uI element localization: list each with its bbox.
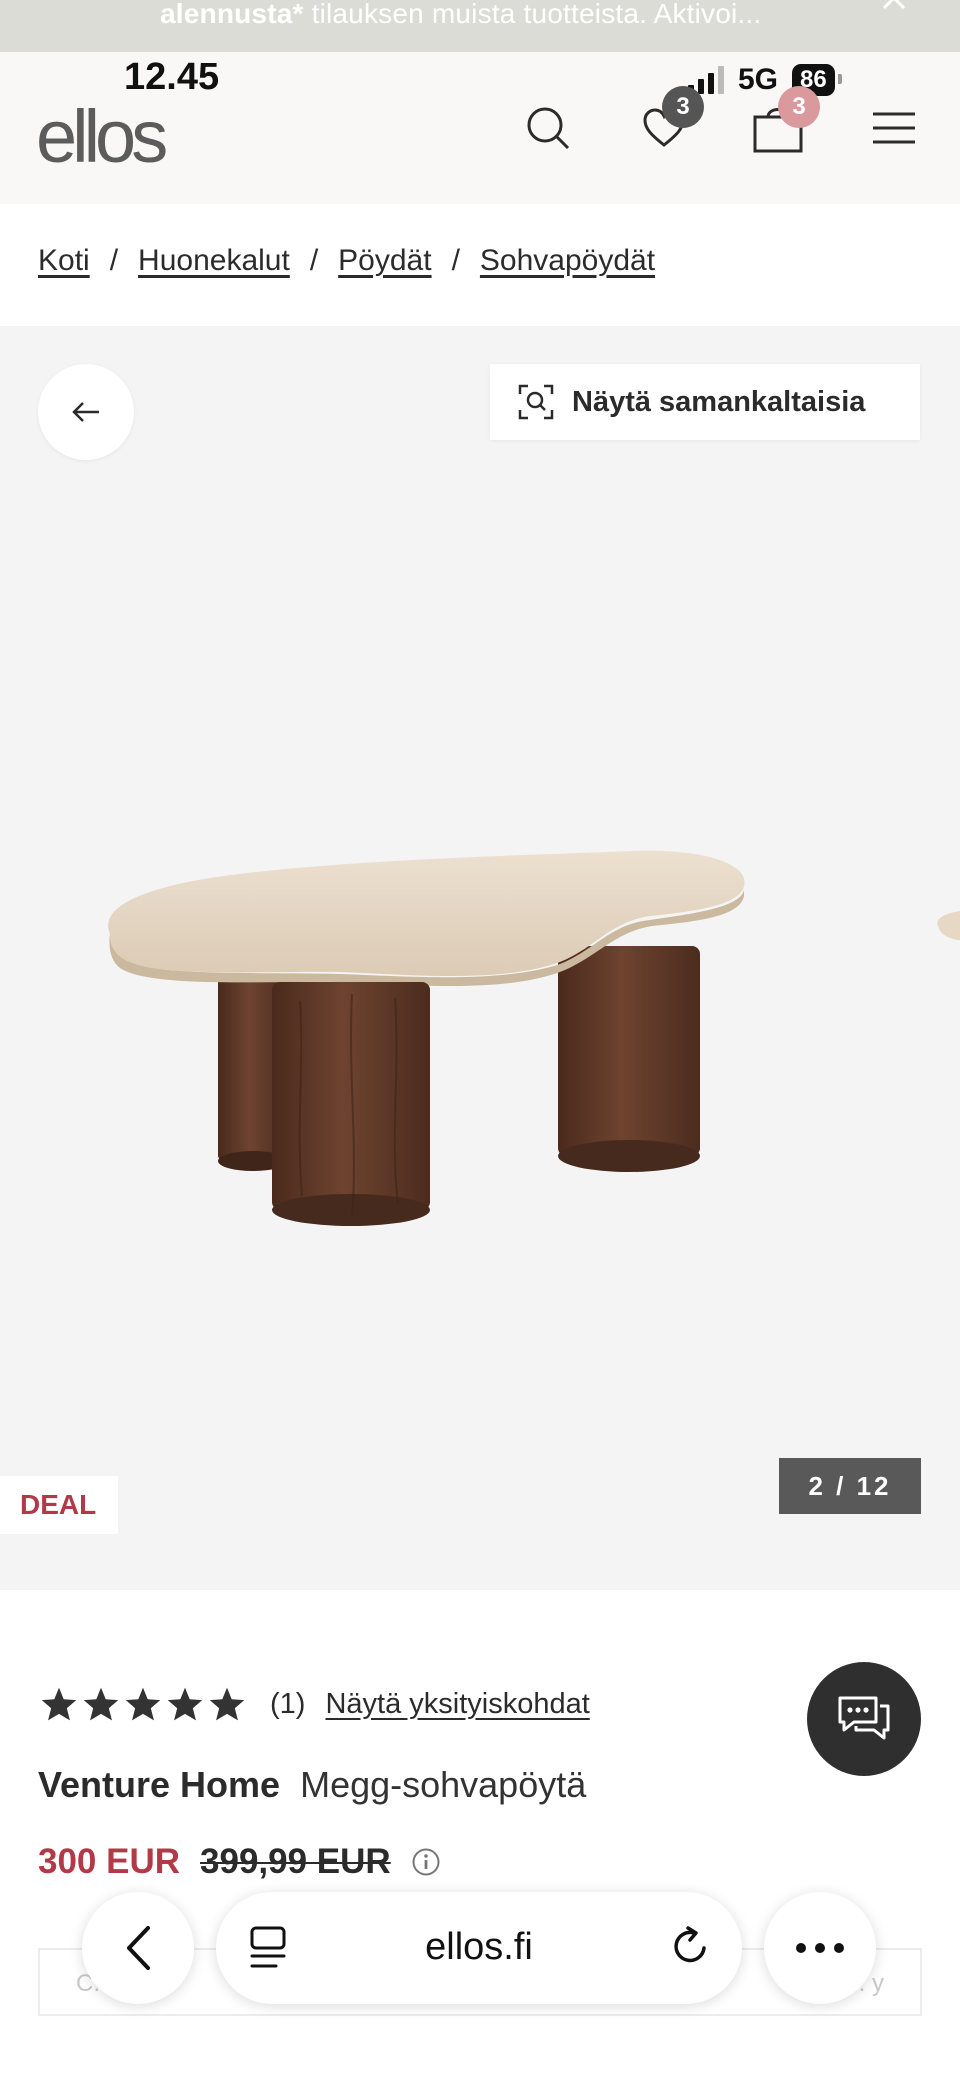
promo-bold: alennusta* xyxy=(160,0,304,29)
image-counter: 2 / 12 xyxy=(779,1458,921,1514)
promo-rest: tilauksen muista tuotteista. Aktivoi... xyxy=(303,0,762,29)
rating-details-link[interactable]: Näytä yksityiskohdat xyxy=(325,1688,589,1721)
site-header: 12.45 5G 86 ellos 3 3 xyxy=(0,52,960,204)
close-icon[interactable] xyxy=(880,0,908,12)
visual-search-icon xyxy=(518,384,554,420)
browser-more-button[interactable] xyxy=(764,1892,876,2004)
star-icon xyxy=(167,1687,203,1721)
menu-icon[interactable] xyxy=(866,100,922,156)
product-name: Megg-sohvapöytä xyxy=(300,1764,587,1805)
product-image xyxy=(108,850,745,1226)
ellos-logo[interactable]: ellos xyxy=(36,94,168,179)
chevron-left-icon xyxy=(127,1926,150,1970)
arrow-left-icon xyxy=(72,402,99,422)
breadcrumb-link-poydat[interactable]: Pöydät xyxy=(338,244,431,278)
show-similar-button[interactable]: Näytä samankaltaisia xyxy=(490,364,920,440)
wishlist-button[interactable]: 3 xyxy=(636,86,704,156)
product-gallery[interactable]: Näytä samankaltaisia DEAL 2 / 12 xyxy=(0,326,960,1590)
breadcrumb-link-koti[interactable]: Koti xyxy=(38,244,90,278)
star-icon xyxy=(209,1687,245,1721)
breadcrumb: Koti / Huonekalut / Pöydät / Sohvapöydät xyxy=(38,244,655,278)
status-time: 12.45 xyxy=(124,56,220,98)
back-button[interactable] xyxy=(38,364,134,460)
product-brand[interactable]: Venture Home xyxy=(38,1764,280,1805)
promo-banner[interactable]: alennusta* tilauksen muista tuotteista. … xyxy=(0,0,960,52)
star-icon xyxy=(83,1687,119,1721)
browser-back-button[interactable] xyxy=(82,1892,194,2004)
info-icon[interactable] xyxy=(411,1847,441,1877)
address-bar[interactable]: ellos.fi xyxy=(216,1892,742,2004)
breadcrumb-link-huonekalut[interactable]: Huonekalut xyxy=(138,244,290,278)
cart-button[interactable]: 3 xyxy=(750,86,820,156)
breadcrumb-link-sohvapoydat[interactable]: Sohvapöydät xyxy=(480,244,655,278)
rating-count: (1) xyxy=(270,1687,306,1720)
show-similar-label: Näytä samankaltaisia xyxy=(572,385,866,418)
breadcrumb-separator: / xyxy=(109,244,119,277)
reload-icon[interactable] xyxy=(668,1924,712,1968)
network-label: 5G xyxy=(738,63,779,96)
next-image-peek xyxy=(937,910,960,941)
price-row: 300 EUR 399,99 EUR xyxy=(38,1842,441,1882)
more-icon xyxy=(796,1943,844,1953)
rating-row: (1) Näytä yksityiskohdat xyxy=(40,1686,590,1722)
promo-text: alennusta* tilauksen muista tuotteista. … xyxy=(160,0,761,30)
current-price: 300 EUR xyxy=(38,1842,181,1881)
deal-badge: DEAL xyxy=(0,1476,118,1534)
star-icon xyxy=(41,1687,77,1721)
breadcrumb-separator: / xyxy=(451,244,460,277)
chat-button[interactable] xyxy=(807,1662,921,1776)
url-text[interactable]: ellos.fi xyxy=(216,1926,742,1969)
chat-icon xyxy=(838,1696,890,1740)
breadcrumb-separator: / xyxy=(309,244,319,277)
cart-badge: 3 xyxy=(778,86,820,128)
original-price: 399,99 EUR xyxy=(200,1842,391,1881)
wishlist-badge: 3 xyxy=(662,86,704,128)
star-icon xyxy=(125,1687,161,1721)
rating-stars xyxy=(40,1686,246,1722)
product-title: Venture Home Megg-sohvapöytä xyxy=(38,1764,586,1806)
search-icon[interactable] xyxy=(520,100,576,156)
